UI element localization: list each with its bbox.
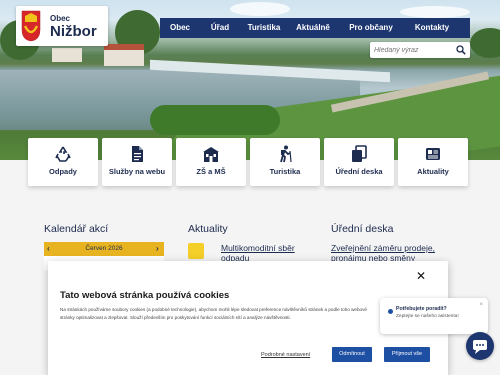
board-link[interactable]: Zveřejnění záměru prodeje, [331, 243, 435, 253]
board-heading: Úřední deska [331, 223, 394, 235]
quick-links: Odpady Služby na webu ZŠ a MŠ Turistika [28, 138, 472, 186]
news-link[interactable]: Multikomoditní sběr [221, 243, 295, 253]
chat-button[interactable] [466, 332, 494, 360]
recycle-icon [55, 146, 71, 162]
copy-icon [352, 145, 367, 162]
logo-title: Nižbor [50, 23, 97, 40]
nav-item-kontakty[interactable]: Kontakty [404, 18, 460, 38]
calendar-month-bar: ‹ Červen 2026 › [44, 242, 164, 256]
chat-prompt: Zeptejte se našeho asistenta! [396, 314, 459, 319]
search-box [370, 42, 470, 58]
house-roof [104, 44, 144, 50]
main-navigation: Obec Úřad Turistika Aktuálně Pro občany … [160, 18, 470, 38]
tile-label: Odpady [49, 167, 77, 176]
calendar-next-button[interactable]: › [156, 244, 159, 253]
tile-label: Úřední deska [335, 167, 383, 176]
nav-item-obec[interactable]: Obec [160, 18, 200, 38]
search-input[interactable] [374, 44, 452, 56]
close-icon[interactable]: ✕ [416, 269, 426, 283]
coat-of-arms-icon [21, 10, 41, 42]
tree [470, 28, 500, 58]
logo-subtitle: Obec [50, 14, 71, 23]
tile-label: Aktuality [417, 167, 449, 176]
chat-question: Potřebujete poradit? [396, 306, 447, 312]
document-icon [132, 146, 143, 162]
chat-close-icon[interactable]: × [479, 302, 483, 308]
house [52, 48, 82, 62]
calendar-month-label: Červen 2026 [85, 245, 123, 252]
tile-sluzby-na-webu[interactable]: Služby na webu [102, 138, 172, 186]
tile-aktuality[interactable]: Aktuality [398, 138, 468, 186]
house [104, 50, 144, 66]
tile-label: ZŠ a MŠ [196, 167, 226, 176]
cookie-settings-link[interactable]: Podrobné nastavení [261, 352, 310, 358]
hiker-icon [280, 145, 292, 163]
tile-zs-a-ms[interactable]: ZŠ a MŠ [176, 138, 246, 186]
cloud [400, 6, 470, 18]
cookie-description: Na stránkách používáme soubory cookies (… [60, 307, 367, 320]
nav-item-aktualne[interactable]: Aktuálně [288, 18, 338, 38]
site-logo[interactable]: Obec Nižbor [16, 6, 108, 46]
cloud [230, 2, 290, 16]
tile-label: Služby na webu [108, 167, 166, 176]
cookie-title: Tato webová stránka používá cookies [60, 290, 230, 301]
bush [150, 105, 280, 135]
tile-odpady[interactable]: Odpady [28, 138, 98, 186]
search-icon[interactable] [456, 45, 466, 55]
reject-button[interactable]: Odmítnout [332, 347, 372, 362]
news-thumbnail[interactable] [188, 243, 204, 259]
tile-turistika[interactable]: Turistika [250, 138, 320, 186]
news-heading: Aktuality [188, 223, 228, 235]
nav-item-turistika[interactable]: Turistika [240, 18, 288, 38]
status-dot [388, 309, 393, 314]
newspaper-icon [426, 148, 440, 160]
tile-uredni-deska[interactable]: Úřední deska [324, 138, 394, 186]
chat-assistant-popup[interactable]: Potřebujete poradit? Zeptejte se našeho … [380, 298, 488, 334]
calendar-heading: Kalendář akcí [44, 223, 109, 235]
chat-icon [473, 340, 487, 354]
nav-item-pro-obcany[interactable]: Pro občany [338, 18, 404, 38]
tile-label: Turistika [269, 167, 301, 176]
accept-all-button[interactable]: Přijmout vše [384, 347, 430, 362]
school-icon [203, 147, 219, 162]
nav-item-urad[interactable]: Úřad [200, 18, 240, 38]
